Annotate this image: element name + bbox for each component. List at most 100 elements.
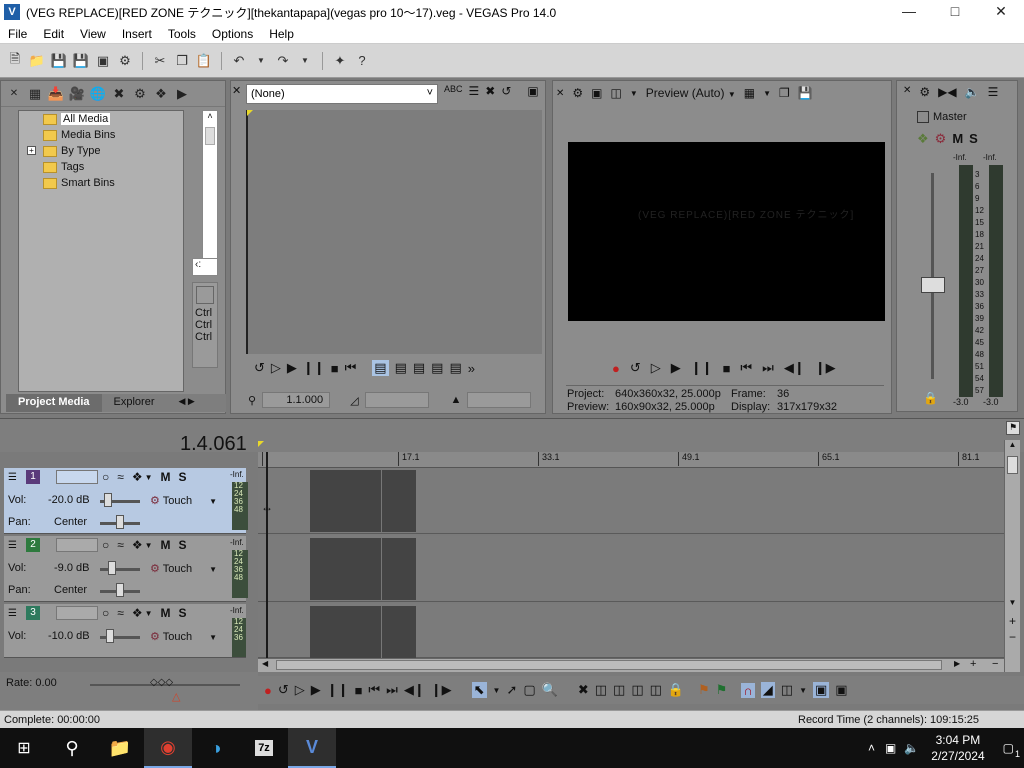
previous-frame-icon[interactable]: ◀❙ [784,360,805,376]
external-monitor-icon[interactable]: ▣ [591,86,602,100]
cursor-timecode[interactable]: 1.4.061 [180,433,247,456]
scroll-thumb[interactable] [1007,456,1018,474]
zoom-tool-icon[interactable]: 🔍 [542,682,558,698]
go-to-start-icon[interactable]: ⏮ [345,360,357,376]
insert-region-icon[interactable]: ⚑ [716,682,728,698]
copy-snapshot-icon[interactable]: ❐ [779,86,790,100]
stop-icon[interactable]: ■ [331,361,339,376]
solo-button[interactable]: S [179,606,187,620]
play-from-start-icon[interactable]: ▷ [295,682,305,698]
media-properties-icon[interactable]: ⚙ [131,86,149,102]
search-icon[interactable]: ⚲ [48,728,96,768]
new-project-icon[interactable]: 🗎 [6,51,24,70]
add-to-timeline-icon[interactable]: ▤ [372,360,389,376]
automation-mode-select[interactable]: ⚙ Touch ▼ [150,562,217,575]
track-name-field[interactable] [56,538,98,552]
scroll-thumb[interactable] [205,127,215,145]
arm-record-icon[interactable]: ○ [102,470,109,484]
pan-knob[interactable] [116,515,124,529]
menu-file[interactable]: File [0,27,35,41]
import-media-icon[interactable]: 📥 [47,86,65,102]
tree-item-by-type[interactable]: + By Type [19,143,183,159]
seven-zip-icon[interactable]: 7z [240,728,288,768]
more-arrow-icon[interactable]: ▶ [173,86,191,102]
trimmer-media-select[interactable]: (None) ˅ [246,84,438,104]
trimmer-selection-length[interactable] [467,392,532,408]
track-lane[interactable] [258,536,1004,602]
chrome-icon[interactable]: ◉ [144,728,192,768]
rate-slider-knob[interactable]: ◇◇◇ [150,677,173,688]
timeline-ruler[interactable]: 17.1 33.1 49.1 65.1 81.1 [258,452,1004,468]
master-fx-gear-icon[interactable]: ⚙ [935,131,947,147]
solo-button[interactable]: S [179,538,187,552]
master-fx-icon[interactable]: ❖ [917,131,929,147]
menu-options[interactable]: Options [204,27,261,41]
overlays-grid-icon[interactable]: ▦ [744,86,755,100]
tab-scroll-arrows[interactable]: ◀ ▶ [167,394,207,412]
volume-knob[interactable] [104,493,112,507]
master-mute-button[interactable]: M [952,131,963,147]
tree-item-all-media[interactable]: All Media [19,111,183,127]
spell-check-icon[interactable]: ABC [444,84,463,98]
play-from-start-icon[interactable]: ▷ [271,360,281,376]
menu-insert[interactable]: Insert [114,27,160,41]
loop-playback-icon[interactable]: ↺ [254,360,265,376]
save-snapshot-icon[interactable]: 💾 [798,86,813,100]
play-icon[interactable]: ▶ [287,360,297,376]
timeline-vertical-scrollbar[interactable]: ▲ ▼ + − [1004,440,1020,672]
pan-knob[interactable] [116,583,124,597]
track-lane[interactable] [258,468,1004,534]
record-icon[interactable]: ● [264,683,272,698]
track-fx-icon[interactable]: ≈ [117,470,124,484]
preview-close-icon[interactable]: ✕ [556,88,564,99]
trimmer-mountain-icon[interactable]: ▲ [451,394,462,406]
trimmer-loop-icon[interactable]: ↺ [501,84,511,98]
trim-end-icon[interactable]: ◫ [631,682,643,698]
media-generator-icon[interactable] [196,286,214,304]
volume-knob[interactable] [106,629,114,643]
automation-icon[interactable]: ❖ [132,606,143,620]
trimmer-in-marker-icon[interactable]: ◿ [350,394,358,407]
add-to-track-icon[interactable]: ▤ [449,360,461,376]
split-icon[interactable]: ◫ [650,682,662,698]
cut-icon[interactable]: ✂ [151,52,169,70]
horizontal-scroll-indicator[interactable]: ‹: [192,258,218,276]
scroll-left-icon[interactable]: ◀ [262,659,268,668]
more-buttons-icon[interactable]: » [468,361,475,376]
file-explorer-icon[interactable]: 📁 [96,728,144,768]
add-before-cursor-icon[interactable]: ▤ [395,360,407,376]
automation-icon[interactable]: ❖ [132,538,143,552]
go-to-start-icon[interactable]: ⏮ [368,682,380,698]
tab-explorer[interactable]: Explorer [102,394,167,412]
mute-button[interactable]: M [161,538,171,552]
trimmer-close-icon[interactable]: ✕ [232,84,241,97]
timeline-playhead[interactable] [266,452,268,658]
menu-view[interactable]: View [72,27,114,41]
add-after-cursor-icon[interactable]: ▤ [413,360,425,376]
undo-dropdown-icon[interactable]: ▼ [252,52,270,70]
mixer-icon[interactable]: ☰ [988,85,999,101]
delete-icon[interactable]: ✖ [578,682,589,698]
automation-dropdown-icon[interactable]: ▼ [145,541,153,550]
track-header[interactable]: ☰ 3 ○ ≈ ❖ ▼ M S Vol: -10.0 dB ⚙ Touch ▼ … [4,604,246,658]
properties-gear-icon[interactable]: ⚙ [116,52,134,70]
network-icon[interactable]: ▣ [885,741,896,755]
lock-event-icon[interactable]: 🔒 [668,682,684,698]
capture-video-icon[interactable]: 🎥 [68,86,86,102]
tab-project-media[interactable]: Project Media [6,394,102,412]
video-event-clip[interactable] [310,470,416,532]
trimmer-undock-icon[interactable]: ▣ [527,84,538,98]
master-fader-knob[interactable] [921,277,945,293]
windows-start-icon[interactable]: ⊞ [0,728,48,768]
lock-envelopes-icon[interactable]: ▣ [812,682,830,698]
trimmer-selection-start[interactable] [364,392,429,408]
ripple-dropdown-icon[interactable]: ▼ [799,686,807,695]
overlays-dropdown-icon[interactable]: ▼ [763,89,771,98]
next-frame-icon[interactable]: ❙▶ [431,682,452,698]
go-to-end-icon[interactable]: ⏭ [386,682,398,698]
pause-icon[interactable]: ❙❙ [691,360,713,376]
track-header[interactable]: ☰ 1 ○ ≈ ❖ ▼ M S Vol: -20.0 dB ⚙ Touch ▼ … [4,468,248,534]
preview-properties-gear-icon[interactable]: ⚙ [572,86,583,100]
trim-icon[interactable]: ◫ [595,682,607,698]
master-bus-icon[interactable]: ▶◀ [938,85,956,101]
